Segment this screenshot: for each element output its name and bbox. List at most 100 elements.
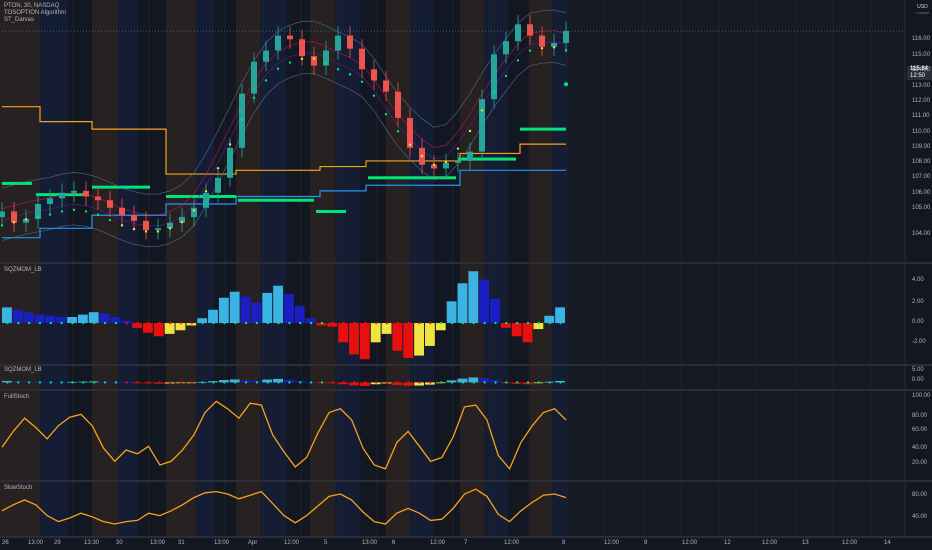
symbol-title[interactable]: PTON, 30, NASDAQ: [4, 3, 66, 10]
histogram-bar: [457, 283, 468, 324]
candle-body: [131, 215, 137, 221]
session-band: [138, 0, 166, 536]
trend-dot: [168, 227, 172, 230]
price-axis-tick: 111.00: [912, 113, 930, 119]
trend-dot: [60, 210, 64, 213]
squeeze-dot: [385, 381, 389, 384]
pane-label-slowstoch[interactable]: SlowStoch: [4, 485, 32, 492]
trend-dot: [108, 218, 112, 222]
squeeze-dot: [472, 381, 476, 384]
squeeze-dot: [309, 381, 313, 384]
squeeze-dot: [429, 321, 432, 325]
squeeze-dot: [49, 381, 53, 384]
histogram-bar: [262, 292, 273, 324]
pane-label-sqzmom1[interactable]: SQZMOM_LB: [4, 267, 42, 274]
candle-body: [395, 91, 401, 118]
squeeze-dot: [385, 321, 389, 325]
candle-body: [335, 35, 341, 51]
histogram-bar: [522, 323, 533, 343]
squeeze-dot: [288, 321, 291, 325]
histogram-bar: [99, 313, 110, 324]
price-axis-tick: 40.00: [912, 445, 928, 451]
squeeze-dot: [82, 321, 85, 325]
candle-body: [455, 160, 461, 163]
price-axis-tick: 5.00: [912, 367, 924, 373]
squeeze-dot: [223, 321, 226, 325]
squeeze-dot: [255, 381, 259, 384]
time-axis-tick: 13:00: [28, 540, 44, 546]
pane-label-sqzmom2[interactable]: SQZMOM_LB: [4, 367, 42, 374]
squeeze-dot: [429, 381, 432, 384]
histogram-bar: [23, 312, 34, 324]
squeeze-dot: [537, 381, 541, 384]
squeeze-dot: [396, 321, 400, 325]
squeeze-dot: [212, 381, 215, 384]
squeeze-dot: [342, 321, 345, 325]
squeeze-dot: [472, 321, 476, 325]
pane-label-fullstoch[interactable]: FullStoch: [4, 394, 29, 401]
trend-dot: [300, 57, 304, 61]
candle-body: [59, 192, 65, 199]
session-band: [196, 0, 214, 536]
histogram-bar: [34, 314, 45, 324]
trend-dot: [540, 47, 544, 50]
candle-body: [155, 228, 161, 231]
histogram-bar: [381, 323, 392, 334]
indicator-tosoption-label[interactable]: TOSOPTION Algorithm: [4, 10, 66, 17]
histogram-bar: [273, 285, 283, 324]
squeeze-dot: [418, 381, 421, 384]
trend-dot: [72, 208, 76, 212]
trend-dot: [444, 160, 448, 164]
session-band: [410, 0, 434, 536]
trend-dot: [336, 68, 340, 71]
squeeze-dot: [548, 321, 551, 325]
histogram-bar: [511, 323, 522, 337]
trend-dot: [324, 62, 328, 65]
candle-body: [71, 190, 77, 193]
squeeze-dot: [407, 321, 410, 325]
squeeze-dot: [353, 321, 356, 325]
pane-divider: [0, 262, 932, 264]
pane-divider: [0, 536, 932, 538]
histogram-bar: [392, 323, 403, 351]
histogram-bar: [153, 323, 164, 337]
trend-dot: [48, 213, 52, 216]
histogram-bar: [468, 271, 479, 324]
candle-body: [263, 50, 269, 62]
time-axis-tick: 12:00: [604, 540, 620, 546]
squeeze-dot: [526, 381, 530, 384]
currency-label[interactable]: USD Locked: [916, 4, 929, 16]
histogram-bar: [555, 307, 565, 324]
time-axis-tick: 31: [178, 540, 185, 546]
squeeze-dot: [179, 381, 183, 384]
trend-dot: [408, 143, 412, 146]
squeeze-dot: [407, 381, 410, 384]
squeeze-dot: [136, 381, 139, 384]
squeeze-dot: [136, 321, 139, 325]
darvas-box-level: [238, 198, 314, 202]
squeeze-dot: [125, 321, 128, 325]
price-axis-tick: 114.00: [912, 67, 930, 73]
squeeze-dot: [537, 321, 541, 325]
histogram-bar: [208, 309, 218, 324]
histogram-bar: [338, 323, 349, 343]
time-axis-tick: 8: [562, 540, 566, 546]
squeeze-dot: [440, 321, 443, 325]
trend-dot: [480, 109, 484, 112]
squeeze-dot: [168, 381, 172, 384]
trading-chart[interactable]: [0, 0, 932, 550]
squeeze-dot: [27, 381, 31, 384]
trend-dot: [276, 67, 280, 70]
histogram-bar: [479, 279, 490, 324]
candle-body: [467, 151, 473, 161]
session-band: [68, 0, 92, 536]
squeeze-dot: [71, 381, 74, 384]
price-axis-tick: 107.00: [912, 174, 931, 180]
indicator-darvas-label[interactable]: ST_Darvas: [4, 17, 66, 24]
darvas-box-level: [316, 209, 346, 213]
squeeze-dot: [559, 381, 562, 384]
squeeze-dot: [483, 321, 486, 325]
trend-dot: [456, 147, 460, 150]
session-band: [40, 0, 68, 536]
candle-body: [215, 177, 221, 193]
